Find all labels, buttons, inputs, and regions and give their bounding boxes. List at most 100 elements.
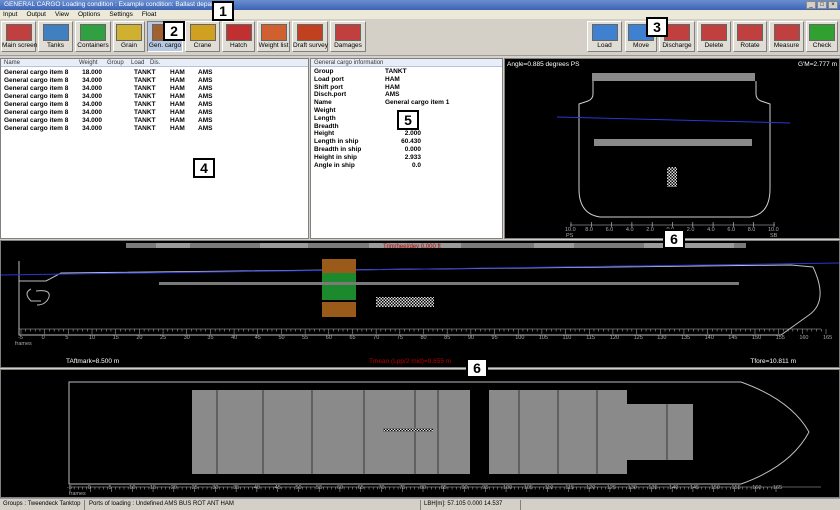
cargo-row[interactable]: General cargo item 8 34.000 TANKT HAM AMS: [1, 77, 308, 85]
cargo-row[interactable]: General cargo item 8 34.000 TANKT HAM AMS: [1, 109, 308, 117]
section-drawing: [556, 73, 791, 227]
toolbar-label: Draft survey: [293, 42, 329, 49]
info-row: Height in ship 2.933: [311, 154, 502, 162]
frame-tick-label: 85: [444, 335, 451, 341]
info-row: Height 2.000: [311, 130, 502, 138]
section-scale-tick: 2.0: [646, 227, 654, 233]
action-button-4[interactable]: Rotate: [733, 21, 767, 52]
check-icon: [809, 24, 835, 41]
cargo-group: TANKT: [134, 93, 156, 100]
frame-tick-label: 30: [183, 335, 190, 341]
toolbar-button-8[interactable]: Draft survey: [292, 21, 328, 52]
info-value: 2.933: [404, 153, 421, 161]
frame-tick-label: 0: [41, 335, 45, 341]
damages-icon: [335, 24, 361, 41]
toolbar-button-1[interactable]: Tanks: [38, 21, 73, 52]
menu-input[interactable]: Input: [3, 10, 17, 19]
cargo-list-header: Name Weight Group Load Dis.: [1, 59, 308, 67]
cargo-row[interactable]: General cargo item 8 34.000 TANKT HAM AMS: [1, 125, 308, 133]
cargo-dis: AMS: [198, 109, 213, 116]
col-dis[interactable]: Dis.: [150, 59, 160, 67]
frame-tick-label: 40: [253, 485, 260, 491]
cargo-load: HAM: [170, 77, 185, 84]
heel-angle-label: Angle=0.885 degrees PS: [507, 61, 580, 68]
frame-tick-label: 0: [87, 485, 91, 491]
minimize-button[interactable]: _: [806, 1, 816, 9]
callout-6-profile: 6: [663, 229, 685, 249]
action-button-6[interactable]: Check: [806, 21, 838, 52]
frame-tick-label: 100: [515, 335, 525, 341]
toolbar-button-3[interactable]: Grain: [113, 21, 145, 52]
menu-options[interactable]: Options: [78, 10, 100, 19]
section-scale-tick: 2.0: [686, 227, 695, 233]
frame-tick-label: 55: [316, 485, 323, 491]
toolbar-button-0[interactable]: Main screen: [1, 21, 38, 52]
cargo-row[interactable]: General cargo item 8 34.000 TANKT HAM AMS: [1, 93, 308, 101]
toolbar-button-2[interactable]: Containers: [75, 21, 111, 52]
cargo-dis: AMS: [198, 101, 213, 108]
callout-6-plan: 6: [466, 358, 488, 378]
cargo-group: TANKT: [134, 125, 156, 132]
info-row: Load port HAM: [311, 76, 502, 84]
col-weight[interactable]: Weight: [79, 59, 98, 67]
action-button-3[interactable]: Delete: [697, 21, 731, 52]
col-name[interactable]: Name: [4, 59, 20, 67]
menu-settings[interactable]: Settings: [109, 10, 133, 19]
menu-float[interactable]: Float: [142, 10, 156, 19]
section-scale-tick: 6.0: [727, 227, 736, 233]
cargo-weight: 34.000: [82, 85, 102, 92]
cargo-group: TANKT: [134, 117, 156, 124]
plan-view[interactable]: -5 0 5 10 15 20 25 30 35 40 45 50 55 60 65 70 75 80 85 90 95…: [0, 369, 840, 498]
toolbar-label: Grain: [121, 42, 137, 49]
frame-tick-label: 40: [231, 335, 238, 341]
menu-view[interactable]: View: [55, 10, 69, 19]
cargo-dis: AMS: [198, 125, 213, 132]
action-button-5[interactable]: Measure: [769, 21, 804, 52]
frame-tick-label: 120: [609, 335, 620, 341]
frame-tick-label: 125: [633, 335, 643, 341]
action-label: Discharge: [662, 42, 692, 49]
maximize-button[interactable]: □: [817, 1, 827, 9]
callout-1: 1: [212, 1, 234, 21]
frame-tick-label: 35: [233, 485, 240, 491]
col-load[interactable]: Load: [131, 59, 144, 67]
close-button[interactable]: ×: [828, 1, 838, 9]
frame-tick-label: 70: [378, 485, 385, 491]
section-scale-tick: 4.0: [707, 227, 715, 233]
cargo-dis: AMS: [198, 77, 213, 84]
cargo-weight: 34.000: [82, 77, 102, 84]
menu-output[interactable]: Output: [26, 10, 46, 19]
action-button-0[interactable]: Load: [587, 21, 622, 52]
title-bar: GENERAL CARGO Loading condition : Exampl…: [0, 0, 840, 10]
profile-frames-label: frames: [15, 341, 32, 347]
info-label: Name: [314, 99, 332, 107]
toolbar-button-5[interactable]: Crane: [185, 21, 220, 52]
toolbar-label: Main screen: [2, 42, 38, 49]
frame-tick-label: 25: [160, 335, 167, 341]
cargo-row[interactable]: General cargo item 8 34.000 TANKT HAM AMS: [1, 85, 308, 93]
frame-tick-label: 125: [606, 485, 617, 491]
col-group[interactable]: Group: [107, 59, 124, 67]
cargo-weight: 34.000: [82, 117, 102, 124]
cargo-list-panel: Name Weight Group Load Dis. General carg…: [0, 58, 309, 239]
toolbar-button-7[interactable]: Weight list: [257, 21, 290, 52]
frame-tick-label: 65: [357, 485, 364, 491]
info-value: 0.0: [411, 161, 421, 169]
cargo-row[interactable]: General cargo item 8 34.000 TANKT HAM AMS: [1, 117, 308, 125]
toolbar-button-9[interactable]: Damages: [330, 21, 366, 52]
cargo-row[interactable]: General cargo item 8 34.000 TANKT HAM AMS: [1, 101, 308, 109]
cargo-row[interactable]: General cargo item 8 18.000 TANKT HAM AMS: [1, 69, 308, 77]
profile-view[interactable]: Trim/heel/dev 0.000 ft -5 0 5 10 15 20 25 30 35 4…: [0, 240, 840, 368]
cargo-name: General cargo item 8: [4, 85, 69, 92]
info-label: Breadth in ship: [314, 145, 362, 153]
toolbar-button-6[interactable]: Hatch: [222, 21, 255, 52]
toolbar-label: Weight list: [258, 42, 289, 49]
cargo-weight: 34.000: [82, 101, 102, 108]
frame-tick-label: 165: [773, 485, 783, 491]
toolbar-label: Gen. cargo: [148, 42, 182, 49]
frame-tick-label: 20: [170, 485, 177, 491]
frame-tick-label: 150: [710, 485, 720, 491]
frame-tick-label: 105: [523, 485, 533, 491]
section-view[interactable]: Angle=0.885 degrees PS G'M=2.777 m 10.0 8…: [504, 58, 840, 239]
cargo-group: TANKT: [134, 101, 156, 108]
